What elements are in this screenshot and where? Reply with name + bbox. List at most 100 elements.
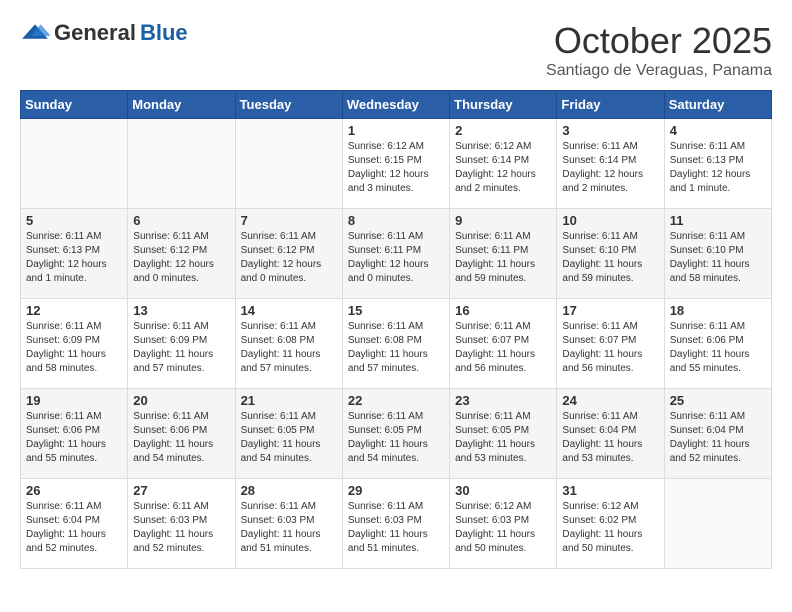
title-area: October 2025 Santiago de Veraguas, Panam… — [546, 20, 772, 80]
calendar-day-cell: 10 Sunrise: 6:11 AM Sunset: 6:10 PM Dayli… — [557, 209, 664, 299]
day-number: 23 — [455, 393, 551, 408]
calendar-day-cell: 23 Sunrise: 6:11 AM Sunset: 6:05 PM Dayli… — [450, 389, 557, 479]
day-number: 19 — [26, 393, 122, 408]
calendar-day-cell: 2 Sunrise: 6:12 AM Sunset: 6:14 PM Daylig… — [450, 119, 557, 209]
day-number: 11 — [670, 213, 766, 228]
day-details: Sunrise: 6:11 AM Sunset: 6:05 PM Dayligh… — [241, 410, 337, 466]
day-details: Sunrise: 6:11 AM Sunset: 6:04 PM Dayligh… — [562, 410, 658, 466]
calendar-week-1: 1 Sunrise: 6:12 AM Sunset: 6:15 PM Daylig… — [21, 119, 772, 209]
calendar-day-cell — [128, 119, 235, 209]
calendar-week-5: 26Sunrise: 6:11 AM Sunset: 6:04 PM Dayli… — [21, 479, 772, 569]
logo-icon — [20, 23, 50, 43]
day-number: 3 — [562, 123, 658, 138]
calendar-week-2: 5 Sunrise: 6:11 AM Sunset: 6:13 PM Daylig… — [21, 209, 772, 299]
day-details: Sunrise: 6:11 AM Sunset: 6:06 PM Dayligh… — [26, 410, 122, 466]
day-number: 7 — [241, 213, 337, 228]
day-details: Sunrise: 6:12 AM Sunset: 6:14 PM Dayligh… — [455, 140, 551, 196]
day-details: Sunrise: 6:11 AM Sunset: 6:05 PM Dayligh… — [348, 410, 444, 466]
day-number: 13 — [133, 303, 229, 318]
day-number: 20 — [133, 393, 229, 408]
calendar-day-cell: 11Sunrise: 6:11 AM Sunset: 6:10 PM Dayli… — [664, 209, 771, 299]
day-details: Sunrise: 6:11 AM Sunset: 6:14 PM Dayligh… — [562, 140, 658, 196]
calendar-header-row: Sunday Monday Tuesday Wednesday Thursday… — [21, 91, 772, 119]
calendar-day-cell: 5 Sunrise: 6:11 AM Sunset: 6:13 PM Daylig… — [21, 209, 128, 299]
calendar-day-cell: 9 Sunrise: 6:11 AM Sunset: 6:11 PM Daylig… — [450, 209, 557, 299]
calendar-week-4: 19 Sunrise: 6:11 AM Sunset: 6:06 PM Dayli… — [21, 389, 772, 479]
day-details: Sunrise: 6:11 AM Sunset: 6:03 PM Dayligh… — [241, 500, 337, 556]
day-details: Sunrise: 6:11 AM Sunset: 6:12 PM Dayligh… — [241, 230, 337, 286]
day-details: Sunrise: 6:11 AM Sunset: 6:05 PM Dayligh… — [455, 410, 551, 466]
logo-general: General — [54, 20, 136, 46]
calendar-day-cell: 20 Sunrise: 6:11 AM Sunset: 6:06 PM Dayli… — [128, 389, 235, 479]
day-details: Sunrise: 6:11 AM Sunset: 6:11 PM Dayligh… — [348, 230, 444, 286]
calendar-table: Sunday Monday Tuesday Wednesday Thursday… — [20, 90, 772, 569]
day-number: 18 — [670, 303, 766, 318]
header-thursday: Thursday — [450, 91, 557, 119]
calendar-day-cell: 16 Sunrise: 6:11 AM Sunset: 6:07 PM Dayli… — [450, 299, 557, 389]
day-number: 28 — [241, 483, 337, 498]
day-details: Sunrise: 6:11 AM Sunset: 6:07 PM Dayligh… — [562, 320, 658, 376]
calendar-day-cell: 26Sunrise: 6:11 AM Sunset: 6:04 PM Dayli… — [21, 479, 128, 569]
calendar-day-cell: 14Sunrise: 6:11 AM Sunset: 6:08 PM Dayli… — [235, 299, 342, 389]
day-number: 8 — [348, 213, 444, 228]
day-number: 17 — [562, 303, 658, 318]
calendar-day-cell: 6 Sunrise: 6:11 AM Sunset: 6:12 PM Daylig… — [128, 209, 235, 299]
calendar-day-cell: 30Sunrise: 6:12 AM Sunset: 6:03 PM Dayli… — [450, 479, 557, 569]
day-details: Sunrise: 6:11 AM Sunset: 6:06 PM Dayligh… — [670, 320, 766, 376]
day-details: Sunrise: 6:11 AM Sunset: 6:04 PM Dayligh… — [670, 410, 766, 466]
calendar-day-cell: 19 Sunrise: 6:11 AM Sunset: 6:06 PM Dayli… — [21, 389, 128, 479]
day-number: 10 — [562, 213, 658, 228]
header-sunday: Sunday — [21, 91, 128, 119]
day-number: 16 — [455, 303, 551, 318]
calendar-day-cell: 4Sunrise: 6:11 AM Sunset: 6:13 PM Daylig… — [664, 119, 771, 209]
page-header: General Blue October 2025 Santiago de Ve… — [20, 20, 772, 80]
day-number: 21 — [241, 393, 337, 408]
day-number: 1 — [348, 123, 444, 138]
day-details: Sunrise: 6:11 AM Sunset: 6:12 PM Dayligh… — [133, 230, 229, 286]
day-details: Sunrise: 6:11 AM Sunset: 6:06 PM Dayligh… — [133, 410, 229, 466]
day-number: 9 — [455, 213, 551, 228]
day-details: Sunrise: 6:12 AM Sunset: 6:15 PM Dayligh… — [348, 140, 444, 196]
logo: General Blue — [20, 20, 188, 46]
calendar-day-cell: 31Sunrise: 6:12 AM Sunset: 6:02 PM Dayli… — [557, 479, 664, 569]
day-number: 12 — [26, 303, 122, 318]
header-friday: Friday — [557, 91, 664, 119]
day-number: 31 — [562, 483, 658, 498]
day-number: 26 — [26, 483, 122, 498]
day-details: Sunrise: 6:11 AM Sunset: 6:13 PM Dayligh… — [26, 230, 122, 286]
calendar-day-cell: 28 Sunrise: 6:11 AM Sunset: 6:03 PM Dayli… — [235, 479, 342, 569]
day-number: 5 — [26, 213, 122, 228]
header-wednesday: Wednesday — [342, 91, 449, 119]
calendar-day-cell — [235, 119, 342, 209]
day-number: 22 — [348, 393, 444, 408]
calendar-day-cell: 25 Sunrise: 6:11 AM Sunset: 6:04 PM Dayli… — [664, 389, 771, 479]
day-details: Sunrise: 6:11 AM Sunset: 6:03 PM Dayligh… — [348, 500, 444, 556]
day-details: Sunrise: 6:11 AM Sunset: 6:11 PM Dayligh… — [455, 230, 551, 286]
day-details: Sunrise: 6:11 AM Sunset: 6:13 PM Dayligh… — [670, 140, 766, 196]
calendar-day-cell: 12 Sunrise: 6:11 AM Sunset: 6:09 PM Dayli… — [21, 299, 128, 389]
day-details: Sunrise: 6:11 AM Sunset: 6:08 PM Dayligh… — [241, 320, 337, 376]
calendar-day-cell: 7 Sunrise: 6:11 AM Sunset: 6:12 PM Daylig… — [235, 209, 342, 299]
calendar-day-cell: 1 Sunrise: 6:12 AM Sunset: 6:15 PM Daylig… — [342, 119, 449, 209]
location-subtitle: Santiago de Veraguas, Panama — [546, 62, 772, 80]
day-number: 25 — [670, 393, 766, 408]
calendar-day-cell: 24 Sunrise: 6:11 AM Sunset: 6:04 PM Dayli… — [557, 389, 664, 479]
calendar-day-cell — [664, 479, 771, 569]
calendar-day-cell: 3 Sunrise: 6:11 AM Sunset: 6:14 PM Daylig… — [557, 119, 664, 209]
day-number: 30 — [455, 483, 551, 498]
header-saturday: Saturday — [664, 91, 771, 119]
logo-blue: Blue — [140, 20, 188, 46]
day-number: 2 — [455, 123, 551, 138]
calendar-day-cell: 18 Sunrise: 6:11 AM Sunset: 6:06 PM Dayli… — [664, 299, 771, 389]
day-details: Sunrise: 6:11 AM Sunset: 6:09 PM Dayligh… — [133, 320, 229, 376]
day-number: 6 — [133, 213, 229, 228]
day-details: Sunrise: 6:11 AM Sunset: 6:10 PM Dayligh… — [562, 230, 658, 286]
header-monday: Monday — [128, 91, 235, 119]
calendar-day-cell — [21, 119, 128, 209]
day-details: Sunrise: 6:11 AM Sunset: 6:09 PM Dayligh… — [26, 320, 122, 376]
day-number: 24 — [562, 393, 658, 408]
calendar-week-3: 12 Sunrise: 6:11 AM Sunset: 6:09 PM Dayli… — [21, 299, 772, 389]
day-number: 15 — [348, 303, 444, 318]
calendar-day-cell: 29Sunrise: 6:11 AM Sunset: 6:03 PM Dayli… — [342, 479, 449, 569]
day-details: Sunrise: 6:11 AM Sunset: 6:07 PM Dayligh… — [455, 320, 551, 376]
